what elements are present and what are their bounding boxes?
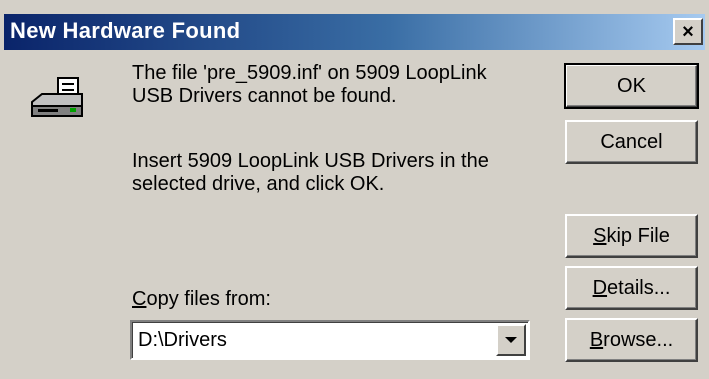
window-title: New Hardware Found (10, 18, 241, 43)
copy-files-from-combobox[interactable]: D:\Drivers (130, 320, 530, 360)
copy-files-from-label: Copy files from: (132, 288, 271, 311)
chevron-down-icon (505, 337, 517, 343)
browse-rest: rowse... (603, 328, 674, 351)
new-hardware-found-dialog: New Hardware Found × The file 'pre_5909.… (0, 0, 709, 379)
details-accel: D (592, 276, 608, 299)
dropdown-button[interactable] (496, 324, 526, 356)
copy-files-accel: C (132, 288, 147, 310)
copy-files-rest: opy files from: (146, 288, 271, 310)
close-icon: × (682, 20, 694, 43)
ok-button-label: OK (617, 74, 646, 97)
message-insert-disk: Insert 5909 LoopLink USB Drivers in the … (132, 150, 489, 195)
skip-file-button[interactable]: Skip File (565, 214, 698, 258)
title-bar: New Hardware Found × (4, 14, 705, 50)
details-rest: etails... (607, 276, 671, 299)
skip-file-accel: S (593, 224, 607, 247)
browse-button[interactable]: Browse... (565, 318, 698, 362)
close-button[interactable]: × (673, 18, 703, 45)
message-not-found: The file 'pre_5909.inf' on 5909 LoopLink… (132, 62, 487, 107)
cancel-button-label: Cancel (600, 130, 663, 153)
skip-file-button-label: Skip File (593, 225, 670, 248)
ok-button[interactable]: OK (564, 63, 699, 109)
disk-drive-icon (31, 77, 83, 117)
copy-files-from-value[interactable]: D:\Drivers (138, 329, 227, 352)
details-button-label: Details... (593, 277, 671, 300)
skip-file-rest: kip File (606, 224, 670, 247)
browse-button-label: Browse... (590, 329, 673, 352)
browse-accel: B (589, 328, 604, 351)
cancel-button[interactable]: Cancel (565, 120, 698, 164)
details-button[interactable]: Details... (565, 266, 698, 310)
